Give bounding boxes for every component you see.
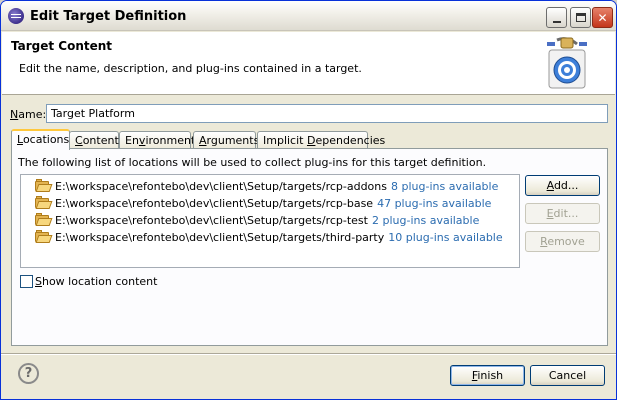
location-row[interactable]: E:\workspace\refontebo\dev\client\Setup/…: [35, 212, 479, 228]
name-input[interactable]: Target Platform: [46, 104, 608, 123]
window-title: Edit Target Definition: [30, 9, 187, 24]
location-path: E:\workspace\refontebo\dev\client\Setup/…: [55, 179, 387, 193]
banner-title: Target Content: [11, 39, 113, 53]
tab-content[interactable]: Content: [69, 131, 119, 149]
location-plugin-count: 8 plug-ins available: [391, 179, 499, 193]
close-button[interactable]: ✕: [592, 7, 613, 28]
tab-environment[interactable]: Environment: [119, 131, 195, 149]
location-path: E:\workspace\refontebo\dev\client\Setup/…: [55, 196, 374, 210]
locations-description: The following list of locations will be …: [18, 156, 487, 169]
tab-locations[interactable]: Locations: [11, 129, 70, 150]
help-button[interactable]: ?: [18, 363, 39, 384]
eclipse-icon: [8, 8, 24, 24]
name-label: Name:: [10, 108, 47, 121]
remove-button[interactable]: Remove: [525, 231, 600, 252]
close-icon: ✕: [597, 10, 608, 25]
finish-button[interactable]: Finish: [450, 365, 525, 386]
folder-icon: [35, 179, 53, 192]
maximize-icon: [575, 13, 586, 22]
help-icon: ?: [24, 366, 33, 381]
show-location-content-checkbox[interactable]: [20, 275, 33, 288]
location-row[interactable]: E:\workspace\refontebo\dev\client\Setup/…: [35, 195, 491, 211]
add-button[interactable]: Add...: [525, 175, 600, 196]
edit-target-dialog: Edit Target Definition ✕ Target Content …: [0, 0, 617, 400]
show-location-content-label: Show location content: [35, 275, 158, 288]
minimize-button[interactable]: [546, 7, 567, 28]
banner-description: Edit the name, description, and plug-ins…: [19, 62, 362, 75]
header-banner: Target Content Edit the name, descriptio…: [2, 32, 615, 95]
footer-divider: [1, 353, 616, 355]
tab-implicit-dependencies[interactable]: Implicit Dependencies: [257, 131, 385, 149]
folder-icon: [35, 230, 53, 243]
locations-panel: The following list of locations will be …: [11, 148, 608, 346]
show-location-content-row[interactable]: Show location content: [20, 275, 157, 288]
location-path: E:\workspace\refontebo\dev\client\Setup/…: [55, 213, 368, 227]
location-row[interactable]: E:\workspace\refontebo\dev\client\Setup/…: [35, 229, 503, 245]
location-plugin-count: 2 plug-ins available: [371, 213, 480, 227]
title-bar[interactable]: Edit Target Definition ✕: [1, 1, 616, 31]
location-plugin-count: 47 plug-ins available: [377, 196, 492, 210]
cancel-button[interactable]: Cancel: [530, 365, 605, 386]
locations-list[interactable]: E:\workspace\refontebo\dev\client\Setup/…: [20, 174, 520, 268]
folder-icon: [35, 213, 53, 226]
maximize-button[interactable]: [570, 7, 591, 28]
minimize-icon: [552, 20, 561, 23]
folder-icon: [35, 196, 53, 209]
edit-button[interactable]: Edit...: [525, 203, 600, 224]
target-plugin-icon: [547, 37, 587, 89]
tab-arguments[interactable]: Arguments: [193, 131, 259, 149]
location-path: E:\workspace\refontebo\dev\client\Setup/…: [55, 230, 385, 244]
location-plugin-count: 10 plug-ins available: [388, 230, 503, 244]
location-row[interactable]: E:\workspace\refontebo\dev\client\Setup/…: [35, 178, 498, 194]
